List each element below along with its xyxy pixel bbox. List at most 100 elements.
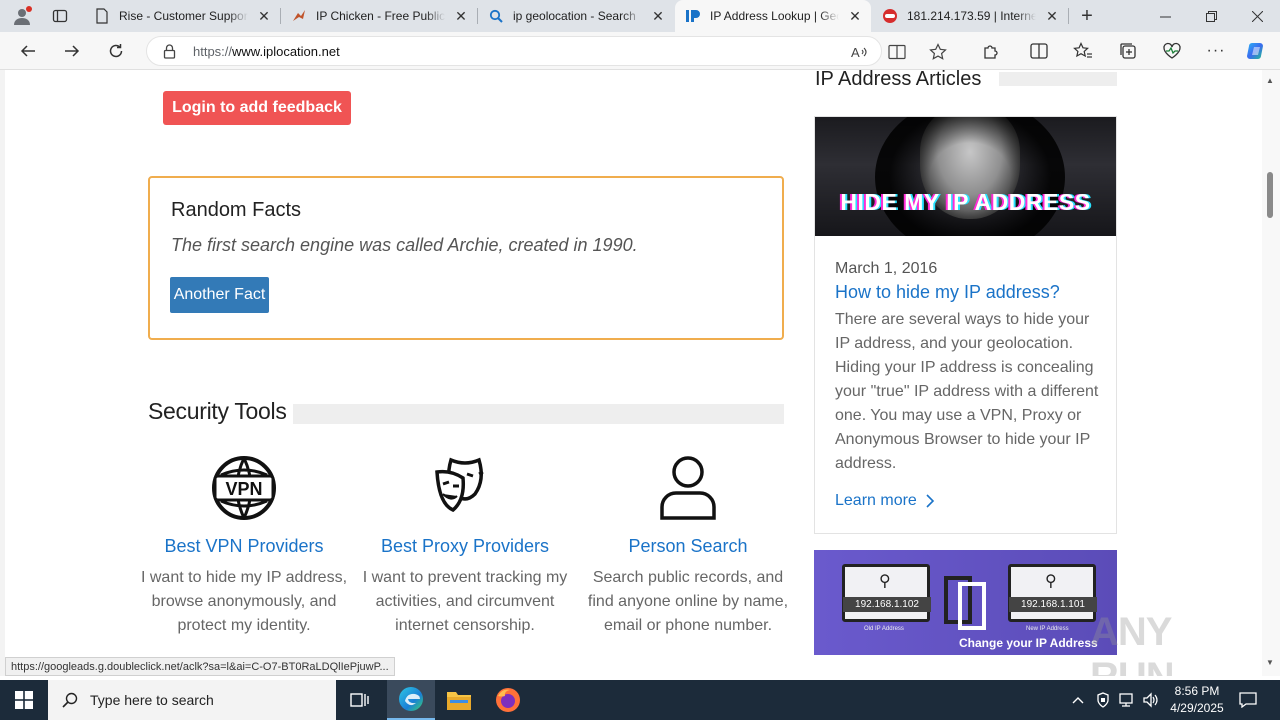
back-button[interactable] [13, 36, 43, 66]
url-text: https://www.iplocation.net [193, 44, 340, 59]
chevron-right-icon [926, 494, 934, 508]
learn-more-link[interactable]: Learn more [835, 492, 937, 510]
chevron-up-icon [1072, 697, 1084, 704]
random-fact-text: The first search engine was called Archi… [171, 235, 638, 255]
random-facts-heading: Random Facts [171, 199, 302, 221]
tool-name[interactable]: Person Search [573, 536, 803, 557]
security-tools-heading: Security Tools [148, 398, 287, 424]
tab-ipchicken[interactable]: IP Chicken - Free Public IP ✕ [281, 0, 477, 32]
vpn-icon: VPN [129, 452, 359, 524]
close-tab-icon[interactable]: ✕ [451, 6, 471, 26]
close-tab-icon[interactable]: ✕ [254, 6, 274, 26]
task-view-button[interactable] [336, 680, 384, 720]
taskbar-edge[interactable] [387, 680, 435, 720]
tab-title: IP Address Lookup | Geolocation [710, 9, 839, 23]
tool-vpn[interactable]: VPN Best VPN Providers I want to hide my… [129, 452, 359, 638]
lock-icon[interactable] [163, 44, 176, 59]
forward-button[interactable] [57, 36, 87, 66]
tab-actions-icon [52, 9, 68, 23]
new-tab-button[interactable]: + [1074, 3, 1100, 29]
security-tray-button[interactable] [1093, 680, 1113, 720]
minimize-icon [1159, 16, 1171, 17]
taskbar-search-box[interactable]: Type here to search [48, 680, 336, 720]
page-scrollbar[interactable]: ▲ ▼ [1262, 70, 1280, 676]
favorite-star-icon[interactable] [929, 43, 947, 61]
edge-icon [399, 687, 423, 711]
change-ip-article-image[interactable]: ⚲ 192.168.1.102 ⚲ 192.168.1.101 Old IP A… [814, 550, 1117, 655]
system-clock[interactable]: 8:56 PM 4/29/2025 [1160, 683, 1234, 717]
split-screen-button[interactable] [1028, 40, 1050, 62]
chicken-icon [291, 8, 307, 24]
immersive-reader-icon[interactable] [888, 44, 906, 60]
browser-essentials-button[interactable] [1161, 40, 1183, 62]
close-tab-icon[interactable]: ✕ [1042, 6, 1062, 26]
article-card: ⚲ 192.168.1.102 ⚲ 192.168.1.101 Old IP A… [814, 550, 1117, 676]
tab-actions-button[interactable] [46, 3, 74, 29]
tool-description: I want to prevent tracking my activities… [362, 569, 568, 634]
image-caption: Change your IP Address [959, 636, 1098, 650]
puzzle-icon [984, 45, 998, 59]
address-bar[interactable]: https://www.iplocation.net A [146, 36, 882, 66]
hide-ip-article-image[interactable]: HIDE MY IP ADDRESS [815, 117, 1116, 236]
minimize-button[interactable] [1142, 0, 1188, 32]
heading-divider [293, 404, 784, 424]
scrollbar-thumb[interactable] [1267, 172, 1273, 218]
tool-name[interactable]: Best Proxy Providers [350, 536, 580, 557]
heartbeat-icon [1163, 42, 1181, 59]
tab-ip-result[interactable]: 181.214.173.59 | Internet ✕ [872, 0, 1068, 32]
folder-icon [447, 692, 471, 710]
iplocation-logo-icon [685, 8, 701, 24]
clock-time: 8:56 PM [1174, 684, 1220, 698]
restore-button[interactable] [1188, 0, 1234, 32]
settings-menu-button[interactable]: ··· [1205, 40, 1227, 62]
network-button[interactable] [1116, 680, 1138, 720]
new-ip-label: 192.168.1.101 [1009, 597, 1097, 612]
tool-description: I want to hide my IP address, browse ano… [140, 569, 348, 634]
close-tab-icon[interactable]: ✕ [648, 6, 668, 26]
close-window-button[interactable] [1234, 0, 1280, 32]
copilot-button[interactable] [1246, 40, 1268, 62]
close-icon [1251, 10, 1263, 22]
tool-person-search[interactable]: Person Search Search public records, and… [573, 452, 803, 638]
notifications-button[interactable] [1236, 680, 1260, 720]
scroll-up-icon[interactable]: ▲ [1266, 76, 1274, 85]
show-hidden-icons-button[interactable] [1068, 680, 1088, 720]
tab-title: Rise - Customer Support [119, 9, 248, 23]
tab-rise[interactable]: Rise - Customer Support ✕ [84, 0, 280, 32]
search-icon [62, 692, 78, 708]
close-tab-icon[interactable]: ✕ [845, 6, 865, 26]
tab-title: 181.214.173.59 | Internet [907, 9, 1036, 23]
tab-search[interactable]: ip geolocation - Search ✕ [478, 0, 674, 32]
extensions-button[interactable] [980, 40, 1002, 62]
favorites-button[interactable] [1072, 40, 1094, 62]
tab-iplocation[interactable]: IP Address Lookup | Geolocation ✕ [675, 0, 871, 32]
article-title-link[interactable]: How to hide my IP address? [835, 282, 1060, 303]
svg-text:A: A [851, 45, 860, 60]
start-button[interactable] [0, 680, 48, 720]
volume-button[interactable] [1140, 680, 1162, 720]
new-ip-caption: New IP Address [1026, 626, 1069, 632]
clock-date: 4/29/2025 [1170, 701, 1224, 715]
another-fact-button[interactable]: Another Fact [170, 277, 269, 313]
site-icon [882, 8, 898, 24]
hood-shadow-graphic [875, 117, 1065, 236]
laptop-graphic: ⚲ 192.168.1.101 [1008, 564, 1097, 622]
favorites-icon [1073, 42, 1092, 58]
login-feedback-button[interactable]: Login to add feedback [163, 91, 351, 125]
refresh-button[interactable] [101, 36, 131, 66]
masks-icon [350, 452, 580, 524]
page-icon [94, 8, 110, 24]
scroll-down-icon[interactable]: ▼ [1266, 658, 1274, 667]
taskbar-file-explorer[interactable] [435, 680, 483, 720]
collections-button[interactable] [1117, 40, 1139, 62]
taskbar-firefox[interactable] [484, 680, 532, 720]
tab-title: IP Chicken - Free Public IP [316, 9, 445, 23]
tool-proxy[interactable]: Best Proxy Providers I want to prevent t… [350, 452, 580, 638]
refresh-icon [109, 44, 123, 58]
forward-arrow-icon [65, 45, 80, 57]
shield-icon [1097, 692, 1109, 708]
read-aloud-icon[interactable]: A [851, 44, 869, 60]
profile-button[interactable] [8, 3, 36, 29]
tool-name[interactable]: Best VPN Providers [129, 536, 359, 557]
browser-toolbar: https://www.iplocation.net A ··· [0, 32, 1280, 70]
